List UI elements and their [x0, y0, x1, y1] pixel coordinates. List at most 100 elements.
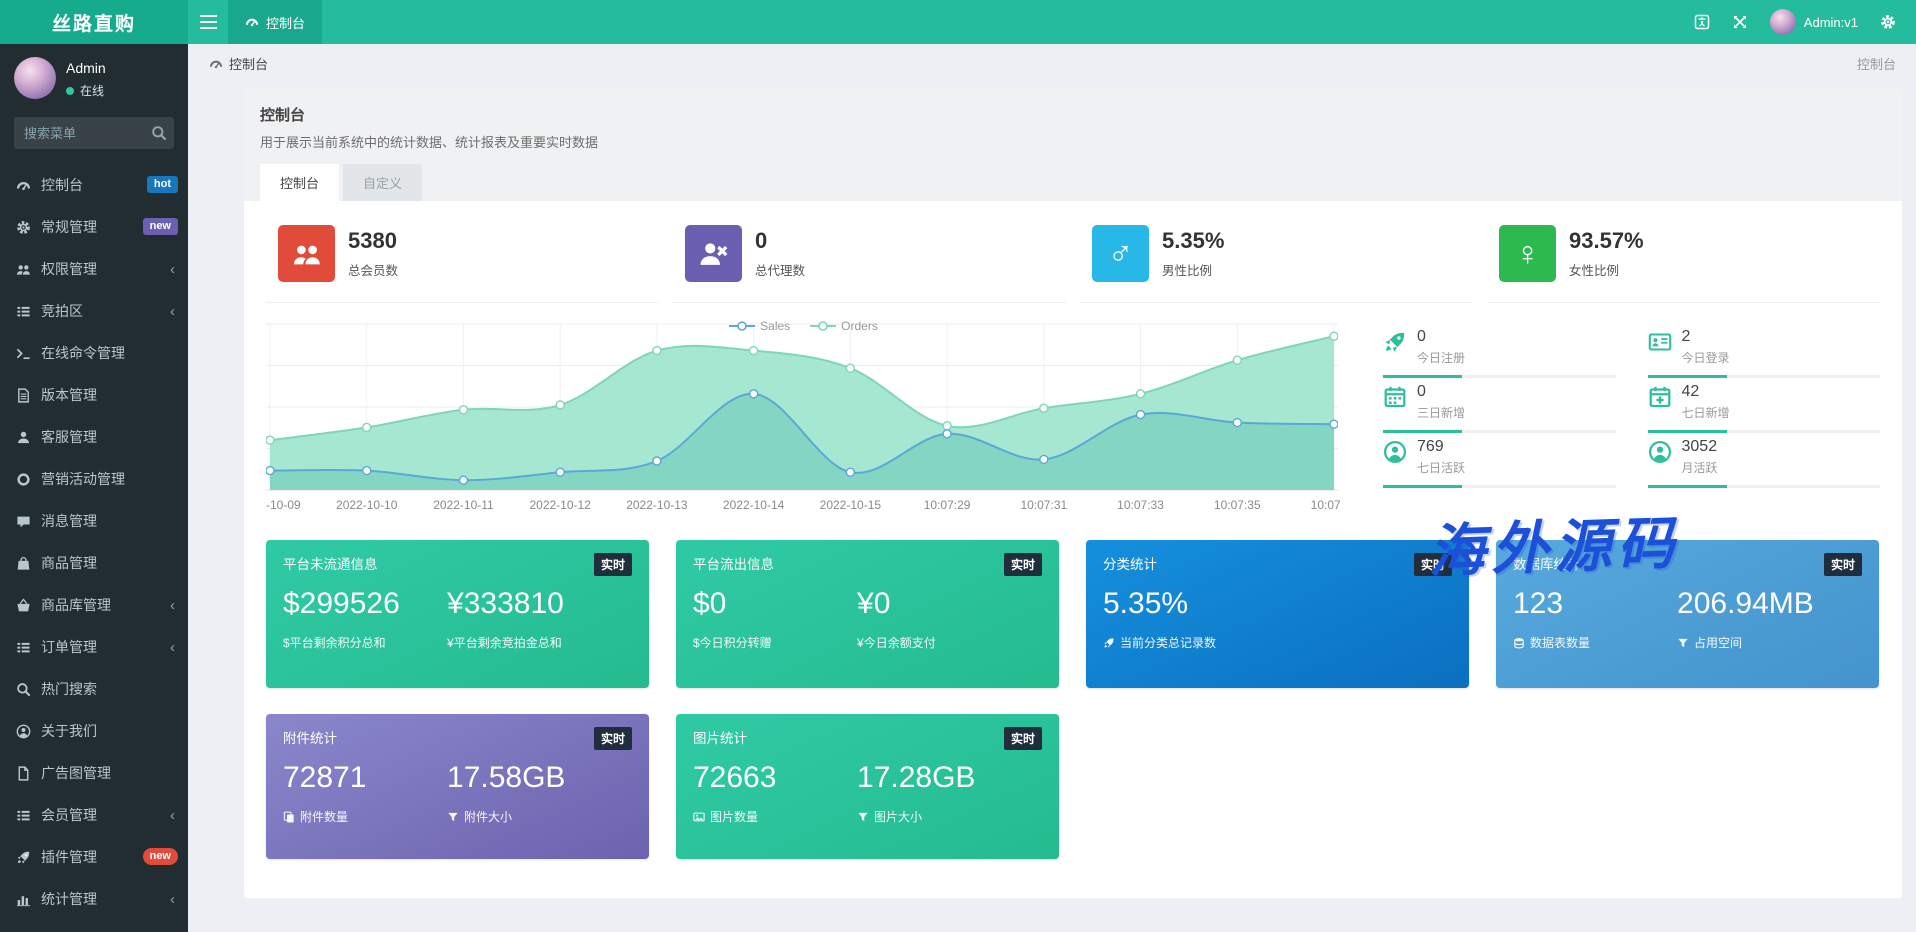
sidebar-item-15[interactable]: 广告图管理	[0, 752, 188, 794]
sidebar-item-9[interactable]: 消息管理	[0, 500, 188, 542]
sidebar-item-2[interactable]: 常规管理new	[0, 206, 188, 248]
info-box-text: 93.57%女性比例	[1569, 225, 1644, 282]
sidebar-item-label: 插件管理	[41, 847, 97, 867]
legend-item-sales[interactable]: Sales	[729, 319, 790, 333]
navbar-tab-dashboard[interactable]: 控制台	[228, 0, 322, 44]
gauge-icon	[16, 178, 31, 193]
top-navbar: 丝路直购 控制台 Admin:v1	[0, 0, 1916, 44]
rocket-icon	[1103, 637, 1115, 649]
legend-marker-sales	[729, 320, 755, 332]
sidebar-item-6[interactable]: 版本管理	[0, 374, 188, 416]
mini-stat-label: 七日新增	[1682, 404, 1730, 421]
sidebar-item-14[interactable]: 关于我们	[0, 710, 188, 752]
sidebar-item-label: 版本管理	[41, 385, 97, 405]
sidebar-item-12[interactable]: 订单管理 ‹	[0, 626, 188, 668]
card-stat: 123数据表数量	[1513, 587, 1677, 651]
user-menu[interactable]: Admin:v1	[1770, 9, 1858, 35]
search-input[interactable]	[14, 117, 174, 149]
sidebar-item-4[interactable]: 竞拍区‹	[0, 290, 188, 332]
settings-icon[interactable]	[1880, 14, 1896, 30]
card-title: 图片统计	[693, 727, 747, 747]
card-stat-label-text: $平台剩余积分总和	[283, 634, 386, 651]
bag-icon	[16, 556, 31, 571]
card-stat-label: 附件大小	[447, 808, 611, 825]
mini-stats-grid: 0今日注册2今日登录0三日新增42七日新增769七日活跃3052月活跃	[1383, 319, 1880, 516]
legend-item-orders[interactable]: Orders	[810, 319, 878, 333]
tab-custom[interactable]: 自定义	[343, 164, 422, 201]
breadcrumb-current[interactable]: 控制台	[229, 54, 268, 73]
search-icon[interactable]	[151, 125, 167, 141]
sidebar-item-11[interactable]: 商品库管理‹	[0, 584, 188, 626]
sidebar-item-13[interactable]: 热门搜索	[0, 668, 188, 710]
gauge-icon	[245, 15, 259, 29]
sidebar-item-1[interactable]: 控制台hot	[0, 164, 188, 206]
tab-content: 5380总会员数0总代理数♂5.35%男性比例♀93.57%女性比例 Sales	[244, 201, 1902, 898]
info-box-label: 总代理数	[755, 260, 805, 279]
chevron-left-icon: ‹	[170, 891, 175, 908]
card-stat-label: $平台剩余积分总和	[283, 634, 447, 651]
breadcrumb-right: 控制台	[1857, 54, 1896, 73]
fullscreen-icon[interactable]	[1732, 14, 1748, 30]
info-box-icon-bg: ♂	[1092, 225, 1149, 282]
female-icon: ♀	[1515, 237, 1541, 271]
mini-stat-label: 三日新增	[1417, 404, 1465, 421]
sidebar-item-5[interactable]: 在线命令管理	[0, 332, 188, 374]
rocket-icon	[16, 850, 31, 865]
x-axis-label: 2022-10-15	[820, 498, 881, 512]
chevron-left-icon: ‹	[170, 639, 175, 656]
sidebar-item-label: 订单管理	[41, 637, 97, 657]
menu-badge: hot	[147, 176, 178, 193]
avatar	[1770, 9, 1796, 35]
calendar-plus-icon	[1648, 385, 1672, 409]
calendar-icon	[1383, 385, 1407, 409]
panel-tabs: 控制台 自定义	[244, 164, 1902, 201]
sidebar-item-label: 广告图管理	[41, 763, 111, 783]
mini-stat-text: 0今日注册	[1417, 328, 1465, 366]
card-stat: 206.94MB占用空间	[1677, 587, 1841, 651]
mini-stat-label: 今日注册	[1417, 349, 1465, 366]
male-icon: ♂	[1108, 237, 1134, 271]
sidebar-item-8[interactable]: 营销活动管理	[0, 458, 188, 500]
card-stat-label: ¥今日余额支付	[857, 634, 1021, 651]
sidebar-item-16[interactable]: 会员管理‹	[0, 794, 188, 836]
info-box-icon-bg	[685, 225, 742, 282]
legend-label: Sales	[760, 319, 790, 333]
file-icon	[16, 766, 31, 781]
mini-stat-value: 0	[1417, 383, 1465, 401]
sidebar-toggle-button[interactable]	[188, 0, 228, 44]
copy-icon	[283, 811, 295, 823]
stat-card-1-3: 分类统计实时5.35%当前分类总记录数	[1086, 540, 1469, 688]
card-stat-value: 72871	[283, 761, 447, 795]
card-stat-value: ¥333810	[447, 587, 611, 621]
card-stat-label: 图片数量	[693, 808, 857, 825]
card-stat-label: ¥平台剩余竞拍金总和	[447, 634, 611, 651]
sidebar-item-18[interactable]: 统计管理‹	[0, 878, 188, 920]
app-logo[interactable]: 丝路直购	[0, 0, 188, 44]
info-box-3: ♂5.35%男性比例	[1080, 217, 1473, 303]
mini-stat-text: 0 三日新增	[1417, 383, 1465, 421]
info-box-2: 0总代理数	[673, 217, 1066, 303]
mini-stat-5: 769七日活跃	[1383, 433, 1616, 488]
funnel-icon	[1677, 637, 1689, 649]
x-axis-labels: 2022-10-092022-10-102022-10-112022-10-12…	[266, 496, 1341, 516]
sidebar-item-10[interactable]: 商品管理	[0, 542, 188, 584]
card-stat-label-text: 附件数量	[300, 808, 348, 825]
mini-stat-4: 42七日新增	[1648, 378, 1881, 433]
language-icon[interactable]	[1694, 14, 1710, 30]
menu-badge: new	[143, 218, 178, 235]
sidebar-item-3[interactable]: 权限管理‹	[0, 248, 188, 290]
stat-cards-row-1: 平台未流通信息实时$299526$平台剩余积分总和¥333810¥平台剩余竞拍金…	[266, 540, 1880, 688]
sidebar-item-label: 关于我们	[41, 721, 97, 741]
sidebar-item-17[interactable]: 插件管理new	[0, 836, 188, 878]
chart-legend: Sales Orders	[266, 319, 1341, 333]
tab-dashboard[interactable]: 控制台	[260, 164, 339, 201]
circle-icon	[16, 472, 31, 487]
sidebar-item-7[interactable]: 客服管理	[0, 416, 188, 458]
x-axis-label: 2022-10-14	[723, 498, 784, 512]
page-subtitle: 用于展示当前系统中的统计数据、统计报表及重要实时数据	[260, 132, 1886, 151]
realtime-badge: 实时	[594, 727, 632, 750]
realtime-badge: 实时	[1004, 727, 1042, 750]
card-stat-value: ¥0	[857, 587, 1021, 621]
info-box-label: 总会员数	[348, 260, 398, 279]
card-stat-label: 数据表数量	[1513, 634, 1677, 651]
